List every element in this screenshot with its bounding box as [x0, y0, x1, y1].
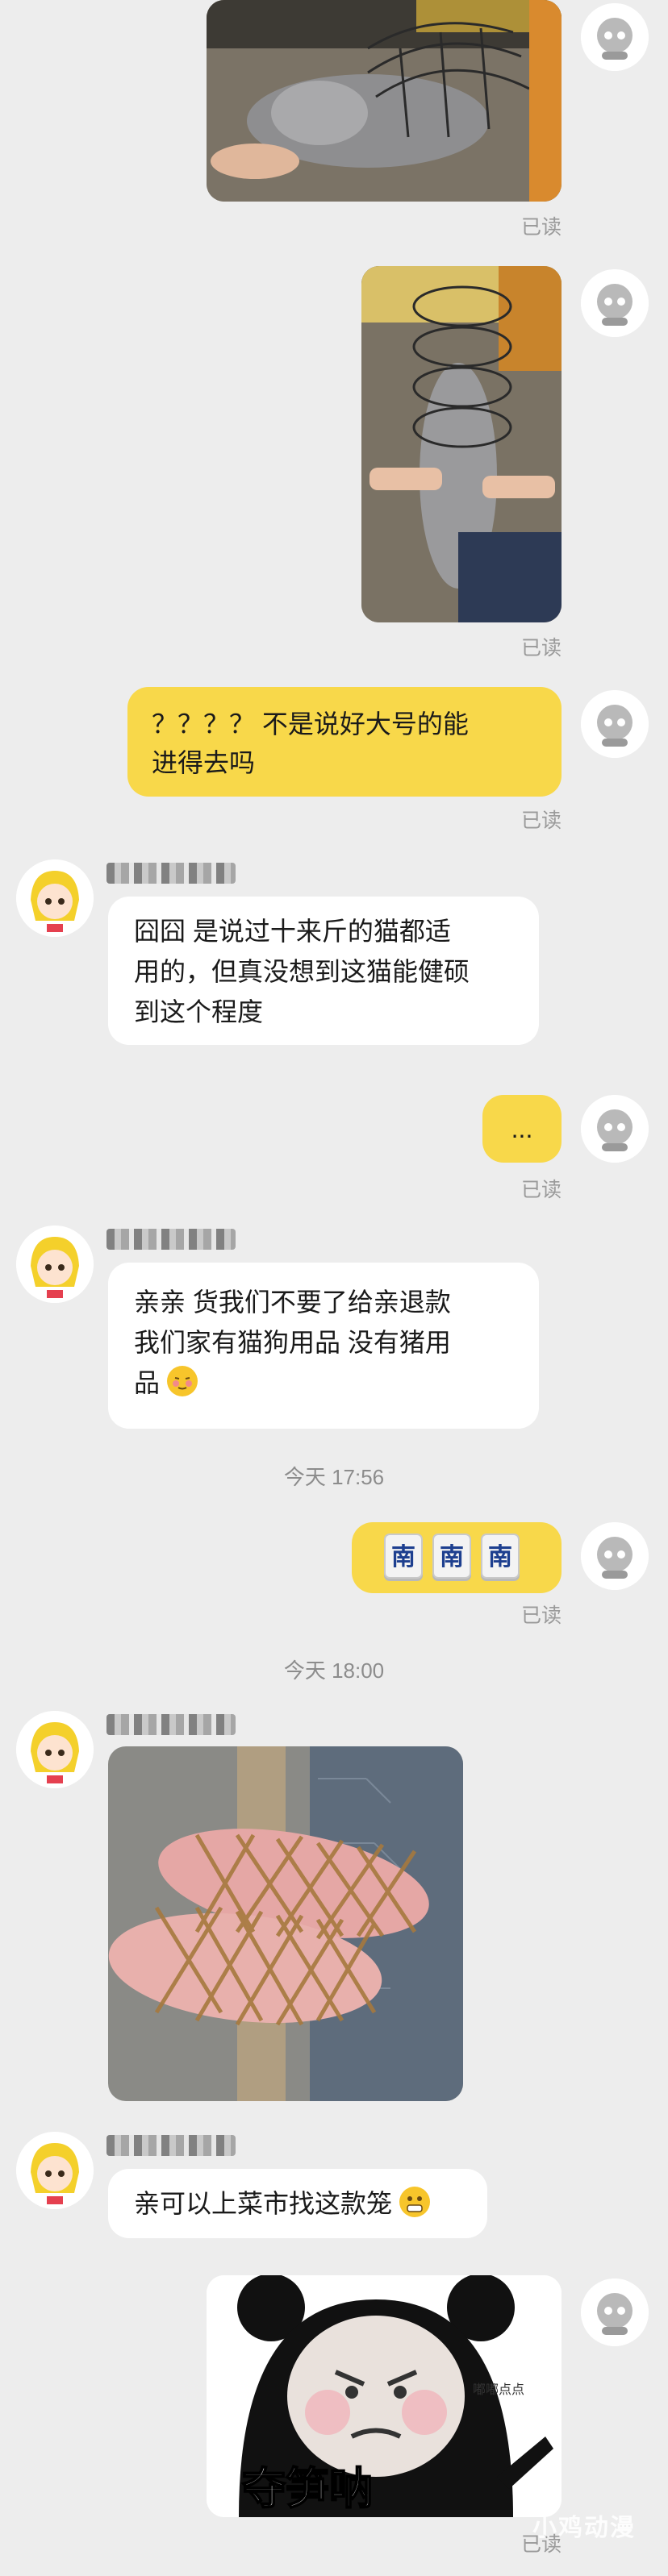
message-image-pig-cages[interactable] — [108, 1746, 463, 2101]
read-status: 已读 — [520, 637, 562, 660]
message-text: 我们家有猫狗用品 没有猪用 — [134, 1328, 451, 1357]
watermark: 小鸡动漫 — [532, 2515, 636, 2541]
my-avatar[interactable] — [581, 1522, 649, 1590]
shop-avatar[interactable] — [16, 859, 94, 937]
read-status: 已读 — [520, 1179, 562, 1201]
message-text: 品 — [134, 1363, 513, 1403]
my-avatar[interactable] — [581, 269, 649, 337]
grimace-emoji-icon — [399, 2187, 430, 2217]
shop-name-blurred — [106, 2135, 236, 2156]
shop-avatar[interactable] — [16, 2132, 94, 2209]
message-text: ... — [511, 1114, 533, 1143]
shop-name-blurred — [106, 1714, 236, 1735]
my-message-bubble[interactable]: ？？？？ 不是说好大号的能 进得去吗 — [127, 687, 562, 797]
sticker-small-text: 嘟嘟点点 — [473, 2383, 525, 2397]
sticker-caption: 夺笋呐 — [241, 2464, 374, 2514]
shop-message-bubble[interactable]: 囧囧 是说过十来斤的猫都适 用的，但真没想到这猫能健硕 到这个程度 — [108, 897, 539, 1045]
mahjong-tile: 南 — [481, 1534, 520, 1579]
shop-name-blurred — [106, 1229, 236, 1250]
message-text: ？？？？ 不是说好大号的能 — [152, 710, 469, 739]
shop-avatar[interactable] — [16, 1226, 94, 1303]
shy-emoji-icon — [166, 1366, 198, 1396]
mahjong-tile: 南 — [384, 1534, 423, 1579]
message-text: 亲亲 货我们不要了给亲退款 — [134, 1288, 451, 1317]
read-status: 已读 — [520, 1604, 562, 1627]
my-message-bubble[interactable]: ... — [482, 1095, 562, 1163]
my-avatar[interactable] — [581, 690, 649, 758]
my-avatar[interactable] — [581, 3, 649, 71]
read-status: 已读 — [520, 809, 562, 832]
message-text: 进得去吗 — [152, 748, 256, 777]
timestamp: 今天 18:00 — [283, 1658, 385, 1683]
read-status: 已读 — [520, 216, 562, 239]
mahjong-tile: 南 — [432, 1534, 471, 1579]
message-text: 囧囧 是说过十来斤的猫都适 — [134, 917, 451, 946]
message-image-cat-cage-1[interactable] — [207, 0, 562, 202]
message-text: 亲可以上菜市找这款笼 — [134, 2189, 393, 2218]
shop-message-bubble[interactable]: 亲可以上菜市找这款笼 — [108, 2169, 487, 2238]
shop-avatar[interactable] — [16, 1711, 94, 1788]
my-avatar[interactable] — [581, 2278, 649, 2346]
shop-message-bubble[interactable]: 亲亲 货我们不要了给亲退款 我们家有猫狗用品 没有猪用 品 — [108, 1263, 539, 1429]
timestamp: 今天 17:56 — [283, 1465, 385, 1489]
message-sticker-panda[interactable]: 嘟嘟点点 夺笋呐 — [207, 2275, 562, 2517]
my-message-bubble[interactable]: 南南南 — [352, 1522, 562, 1593]
my-avatar[interactable] — [581, 1095, 649, 1163]
message-text: 到这个程度 — [134, 997, 264, 1026]
message-image-cat-cage-2[interactable] — [361, 266, 562, 622]
message-text: 用的，但真没想到这猫能健硕 — [134, 957, 470, 986]
shop-name-blurred — [106, 863, 236, 884]
